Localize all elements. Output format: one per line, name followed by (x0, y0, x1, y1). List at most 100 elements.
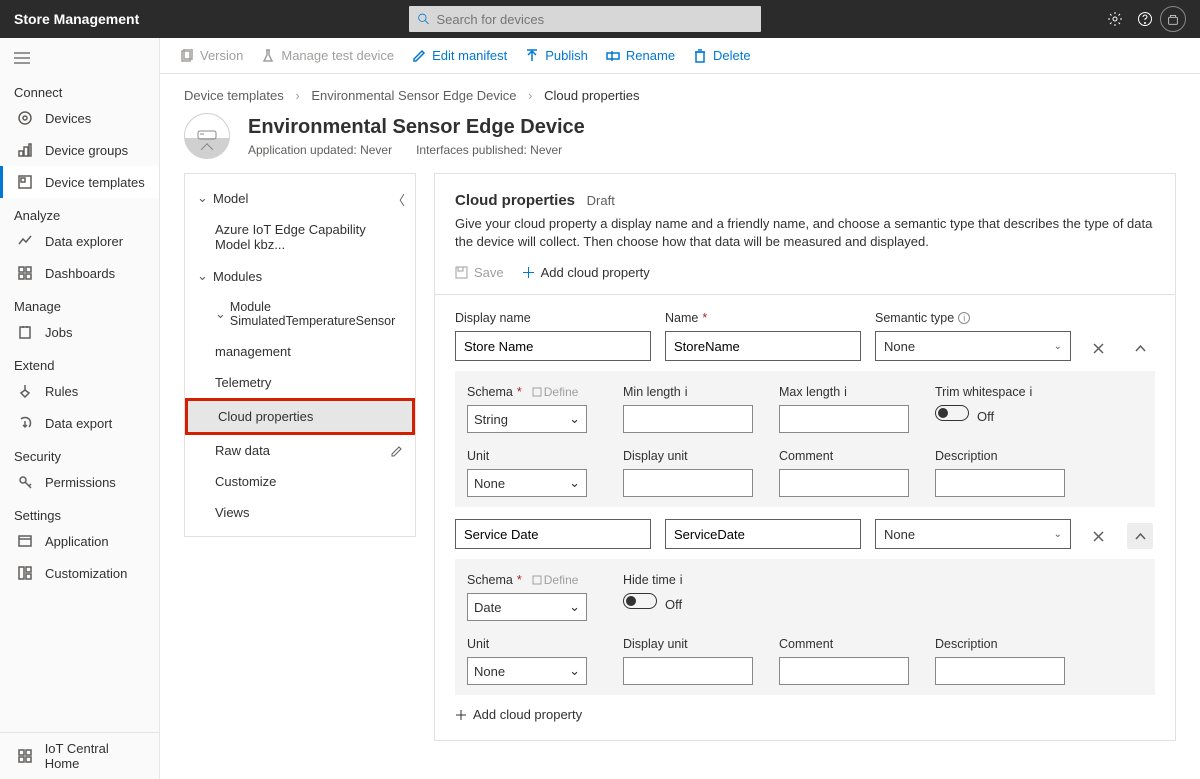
label-display-name: Display name (455, 311, 651, 325)
tree-node-management[interactable]: management (185, 336, 415, 367)
panel-description: Give your cloud property a display name … (455, 215, 1155, 251)
remove-property-button[interactable] (1085, 523, 1111, 549)
hide-time-toggle[interactable] (623, 593, 657, 609)
sidebar-item-device-templates[interactable]: Device templates (0, 166, 159, 198)
settings-icon[interactable] (1100, 4, 1130, 34)
sidebar: Connect Devices Device groups Device tem… (0, 38, 160, 779)
home-icon (17, 748, 33, 764)
save-button[interactable]: Save (455, 265, 504, 280)
description-input[interactable] (935, 469, 1065, 497)
add-cloud-property-button[interactable]: Add cloud property (522, 265, 650, 280)
sidebar-section-security: Security (0, 439, 159, 466)
close-icon (1092, 342, 1105, 355)
device-templates-icon (17, 174, 33, 190)
action-manage-test-device[interactable]: Manage test device (261, 48, 394, 63)
action-version[interactable]: Version (180, 48, 243, 63)
action-publish[interactable]: Publish (525, 48, 588, 63)
sidebar-item-dashboards[interactable]: Dashboards (0, 257, 159, 289)
display-unit-input[interactable] (623, 657, 753, 685)
semantic-type-select[interactable]: None⌄ (875, 331, 1071, 361)
name-input[interactable] (665, 519, 861, 549)
application-icon (17, 533, 33, 549)
sidebar-item-data-export[interactable]: Data export (0, 407, 159, 439)
tree-node-cloud-properties[interactable]: Cloud properties (185, 398, 415, 435)
chevron-up-icon (1134, 342, 1147, 355)
schema-select[interactable]: String⌄ (467, 405, 587, 433)
sidebar-item-jobs[interactable]: Jobs (0, 316, 159, 348)
unit-select[interactable]: None⌄ (467, 469, 587, 497)
save-icon (455, 266, 468, 279)
search-input[interactable] (436, 12, 753, 27)
collapse-property-button[interactable] (1127, 523, 1153, 549)
data-explorer-icon (17, 233, 33, 249)
action-delete[interactable]: Delete (693, 48, 751, 63)
rules-icon (17, 383, 33, 399)
tree-node-model[interactable]: ⌄ Model 〈 (185, 182, 415, 214)
comment-input[interactable] (779, 657, 909, 685)
plus-icon (522, 266, 535, 279)
sidebar-item-iot-central-home[interactable]: IoT Central Home (0, 733, 159, 779)
add-cloud-property-link[interactable]: Add cloud property (455, 707, 1155, 722)
info-icon[interactable]: i (958, 312, 970, 324)
tree-node-modules[interactable]: ⌄Modules (185, 260, 415, 292)
tree-node-module-simtemp[interactable]: ⌄Module SimulatedTemperatureSensor (185, 292, 415, 336)
tree-node-telemetry[interactable]: Telemetry (185, 367, 415, 398)
tree-node-views[interactable]: Views (185, 497, 415, 528)
semantic-type-select[interactable]: None⌄ (875, 519, 1071, 549)
chevron-down-icon: ⌄ (197, 190, 209, 206)
sidebar-item-permissions[interactable]: Permissions (0, 466, 159, 498)
sidebar-section-extend: Extend (0, 348, 159, 375)
description-input[interactable] (935, 657, 1065, 685)
search-box[interactable] (409, 6, 761, 32)
sidebar-item-data-explorer[interactable]: Data explorer (0, 225, 159, 257)
comment-input[interactable] (779, 469, 909, 497)
chevron-up-icon (1134, 530, 1147, 543)
user-avatar-icon[interactable] (1160, 6, 1186, 32)
jobs-icon (17, 324, 33, 340)
help-icon[interactable] (1130, 4, 1160, 34)
name-input[interactable] (665, 331, 861, 361)
model-tree: ⌄ Model 〈 Azure IoT Edge Capability Mode… (184, 173, 416, 537)
breadcrumb-link[interactable]: Device templates (184, 88, 284, 103)
min-length-input[interactable] (623, 405, 753, 433)
tree-node-raw-data[interactable]: Raw data (185, 435, 415, 466)
close-icon (1092, 530, 1105, 543)
action-edit-manifest[interactable]: Edit manifest (412, 48, 507, 63)
display-name-input[interactable] (455, 331, 651, 361)
hamburger-icon[interactable] (0, 44, 159, 75)
property-details: Schema *Define String⌄ Min length i Max … (455, 371, 1155, 507)
rename-icon (606, 49, 620, 63)
sidebar-item-application[interactable]: Application (0, 525, 159, 557)
trim-whitespace-toggle[interactable] (935, 405, 969, 421)
sidebar-item-customization[interactable]: Customization (0, 557, 159, 589)
tree-node-customize[interactable]: Customize (185, 466, 415, 497)
display-unit-input[interactable] (623, 469, 753, 497)
action-rename[interactable]: Rename (606, 48, 675, 63)
collapse-property-button[interactable] (1127, 335, 1153, 361)
unit-select[interactable]: None⌄ (467, 657, 587, 685)
define-schema-link[interactable]: Define (532, 573, 579, 587)
sidebar-item-device-groups[interactable]: Device groups (0, 134, 159, 166)
info-icon[interactable]: i (685, 385, 688, 399)
info-icon[interactable]: i (1030, 385, 1033, 399)
chevron-down-icon: ⌄ (215, 306, 226, 322)
customization-icon (17, 565, 33, 581)
sidebar-section-analyze: Analyze (0, 198, 159, 225)
max-length-input[interactable] (779, 405, 909, 433)
plus-icon (455, 709, 467, 721)
collapse-icon[interactable]: 〈 (392, 190, 405, 209)
version-icon (180, 49, 194, 63)
sidebar-item-devices[interactable]: Devices (0, 102, 159, 134)
remove-property-button[interactable] (1085, 335, 1111, 361)
info-icon[interactable]: i (680, 573, 683, 587)
label-name: Name (665, 311, 698, 325)
sidebar-item-rules[interactable]: Rules (0, 375, 159, 407)
display-name-input[interactable] (455, 519, 651, 549)
info-icon[interactable]: i (844, 385, 847, 399)
tree-node-capability[interactable]: Azure IoT Edge Capability Model kbz... (185, 214, 415, 260)
cloud-properties-panel: Cloud properties Draft Give your cloud p… (434, 173, 1176, 741)
schema-select[interactable]: Date⌄ (467, 593, 587, 621)
breadcrumb-link[interactable]: Environmental Sensor Edge Device (311, 88, 516, 103)
search-icon (417, 12, 430, 26)
define-schema-link[interactable]: Define (532, 385, 579, 399)
